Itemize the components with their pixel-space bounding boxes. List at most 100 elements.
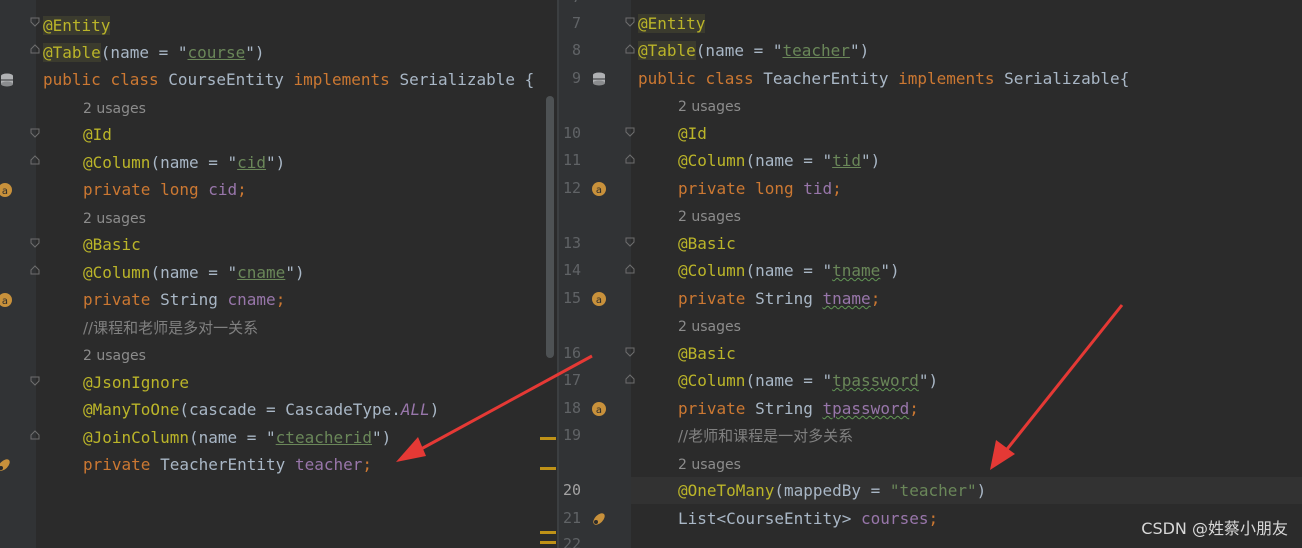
code-line[interactable]: private TeacherEntity teacher; — [36, 451, 557, 478]
code-line[interactable]: private String tname; — [631, 285, 1302, 312]
code-line[interactable]: @Column(name = "cname") — [36, 259, 557, 286]
class-name: CourseEntity — [168, 70, 284, 89]
code-text: ") — [245, 43, 265, 62]
usages-hint[interactable]: 2 usages — [678, 457, 741, 473]
line-number: 12 — [562, 179, 581, 197]
code-line[interactable]: @JoinColumn(name = "cteacherid") — [36, 424, 557, 451]
field-name: cname — [227, 290, 276, 309]
left-gutter[interactable]: a a — [0, 0, 40, 548]
code-line[interactable]: @Column(name = "tpassword") — [631, 367, 1302, 394]
interface-name: Serializable { — [399, 70, 535, 89]
usages-hint[interactable]: 2 usages — [678, 319, 741, 335]
line-number: 14 — [562, 261, 581, 279]
field-access-icon[interactable]: a — [0, 292, 13, 308]
relation-icon[interactable] — [591, 511, 607, 527]
code-text: (name = " — [188, 428, 276, 447]
string-literal: tname — [832, 261, 881, 280]
string-literal: course — [187, 43, 246, 62]
svg-text:a: a — [596, 405, 602, 416]
warning-stripe-mark[interactable] — [540, 437, 556, 440]
relation-icon[interactable] — [0, 457, 12, 473]
warning-stripe-mark[interactable] — [540, 467, 556, 470]
code-text: (name = " — [150, 263, 238, 282]
code-line[interactable]: //老师和课程是一对多关系 — [631, 422, 1302, 449]
line-number: 11 — [562, 151, 581, 169]
right-code-area[interactable]: @Entity @Table(name = "teacher") public … — [631, 0, 1302, 548]
annotation: @Id — [83, 125, 112, 144]
left-code-area[interactable]: @Entity @Table(name = "course") public c… — [36, 0, 557, 548]
keyword: implements — [898, 69, 995, 88]
code-line[interactable]: public class CourseEntity implements Ser… — [36, 66, 557, 93]
code-line[interactable]: 2 usages — [631, 312, 1302, 339]
code-text: ") — [861, 151, 881, 170]
field-name: tname — [822, 289, 871, 308]
code-line[interactable]: private String cname; — [36, 286, 557, 313]
code-line[interactable]: @ManyToOne(cascade = CascadeType.ALL) — [36, 396, 557, 423]
keyword: private — [83, 180, 151, 199]
semicolon: ; — [870, 289, 881, 308]
code-line[interactable]: @JsonIgnore — [36, 369, 557, 396]
database-icon[interactable] — [592, 71, 608, 87]
code-line[interactable]: @Table(name = "teacher") — [631, 37, 1302, 64]
code-line[interactable]: //课程和老师是多对一关系 — [36, 314, 557, 341]
usages-hint[interactable]: 2 usages — [83, 211, 146, 227]
semicolon: ; — [237, 180, 247, 199]
string-literal: teacher — [782, 41, 850, 60]
code-line[interactable]: 2 usages — [36, 94, 557, 121]
code-line[interactable]: @Id — [36, 121, 557, 148]
left-editor-pane[interactable]: a a @Entity @Table(name = "course") publ… — [0, 0, 557, 548]
code-line[interactable]: @Column(name = "tname") — [631, 257, 1302, 284]
code-line[interactable]: 2 usages — [631, 92, 1302, 119]
code-line[interactable]: @Column(name = "cid") — [36, 149, 557, 176]
keyword: private — [678, 179, 746, 198]
warning-stripe-mark[interactable] — [540, 541, 556, 544]
field-access-icon[interactable]: a — [591, 291, 607, 307]
code-line[interactable]: @Id — [631, 120, 1302, 147]
svg-text:a: a — [596, 295, 602, 306]
field-access-icon[interactable]: a — [0, 182, 13, 198]
usages-hint[interactable]: 2 usages — [678, 99, 741, 115]
field-access-icon[interactable]: a — [591, 181, 607, 197]
annotation: @Column — [678, 261, 746, 280]
keyword: private — [83, 290, 151, 309]
usages-hint[interactable]: 2 usages — [83, 348, 146, 364]
code-line[interactable]: private long tid; — [631, 175, 1302, 202]
field-name: cid — [208, 180, 238, 199]
database-icon[interactable] — [0, 72, 16, 88]
right-editor-pane[interactable]: 7 7 8 9 10 11 12 13 14 15 16 17 18 19 20… — [559, 0, 1302, 548]
usages-hint[interactable]: 2 usages — [83, 101, 146, 117]
string-literal: tid — [832, 151, 862, 170]
annotation: @JsonIgnore — [83, 373, 189, 392]
watermark: CSDN @姓蔡小朋友 — [1141, 519, 1288, 538]
code-text: ) — [429, 400, 440, 419]
warning-stripe-mark[interactable] — [540, 531, 556, 534]
code-line[interactable]: 2 usages — [36, 204, 557, 231]
string-literal: cname — [237, 263, 286, 282]
code-line[interactable]: @OneToMany(mappedBy = "teacher") — [631, 477, 1302, 504]
code-line[interactable]: @Entity — [631, 10, 1302, 37]
code-text: (mappedBy = — [774, 481, 890, 500]
usages-hint[interactable]: 2 usages — [678, 209, 741, 225]
code-line[interactable]: @Basic — [631, 230, 1302, 257]
type-name: List<CourseEntity> — [678, 509, 852, 528]
code-line[interactable]: @Basic — [631, 340, 1302, 367]
code-line[interactable]: @Column(name = "tid") — [631, 147, 1302, 174]
svg-text:a: a — [2, 296, 8, 307]
code-line[interactable]: 2 usages — [631, 202, 1302, 229]
code-line[interactable]: @Basic — [36, 231, 557, 258]
code-line[interactable]: public class TeacherEntity implements Se… — [631, 65, 1302, 92]
code-line[interactable]: 2 usages — [631, 450, 1302, 477]
annotation: @Column — [83, 153, 151, 172]
code-text: (name = " — [745, 261, 833, 280]
line-number: 7 — [571, 14, 581, 32]
code-line[interactable]: @Table(name = "course") — [36, 39, 557, 66]
vertical-scrollbar-thumb[interactable] — [546, 96, 554, 358]
code-line[interactable]: private long cid; — [36, 176, 557, 203]
code-line[interactable]: private String tpassword; — [631, 395, 1302, 422]
code-line[interactable]: @Entity — [36, 12, 557, 39]
right-gutter[interactable]: 7 7 8 9 10 11 12 13 14 15 16 17 18 19 20… — [559, 0, 635, 548]
field-access-icon[interactable]: a — [591, 401, 607, 417]
semicolon: ; — [275, 290, 286, 309]
code-text: ") — [266, 153, 286, 172]
code-line[interactable]: 2 usages — [36, 341, 557, 368]
